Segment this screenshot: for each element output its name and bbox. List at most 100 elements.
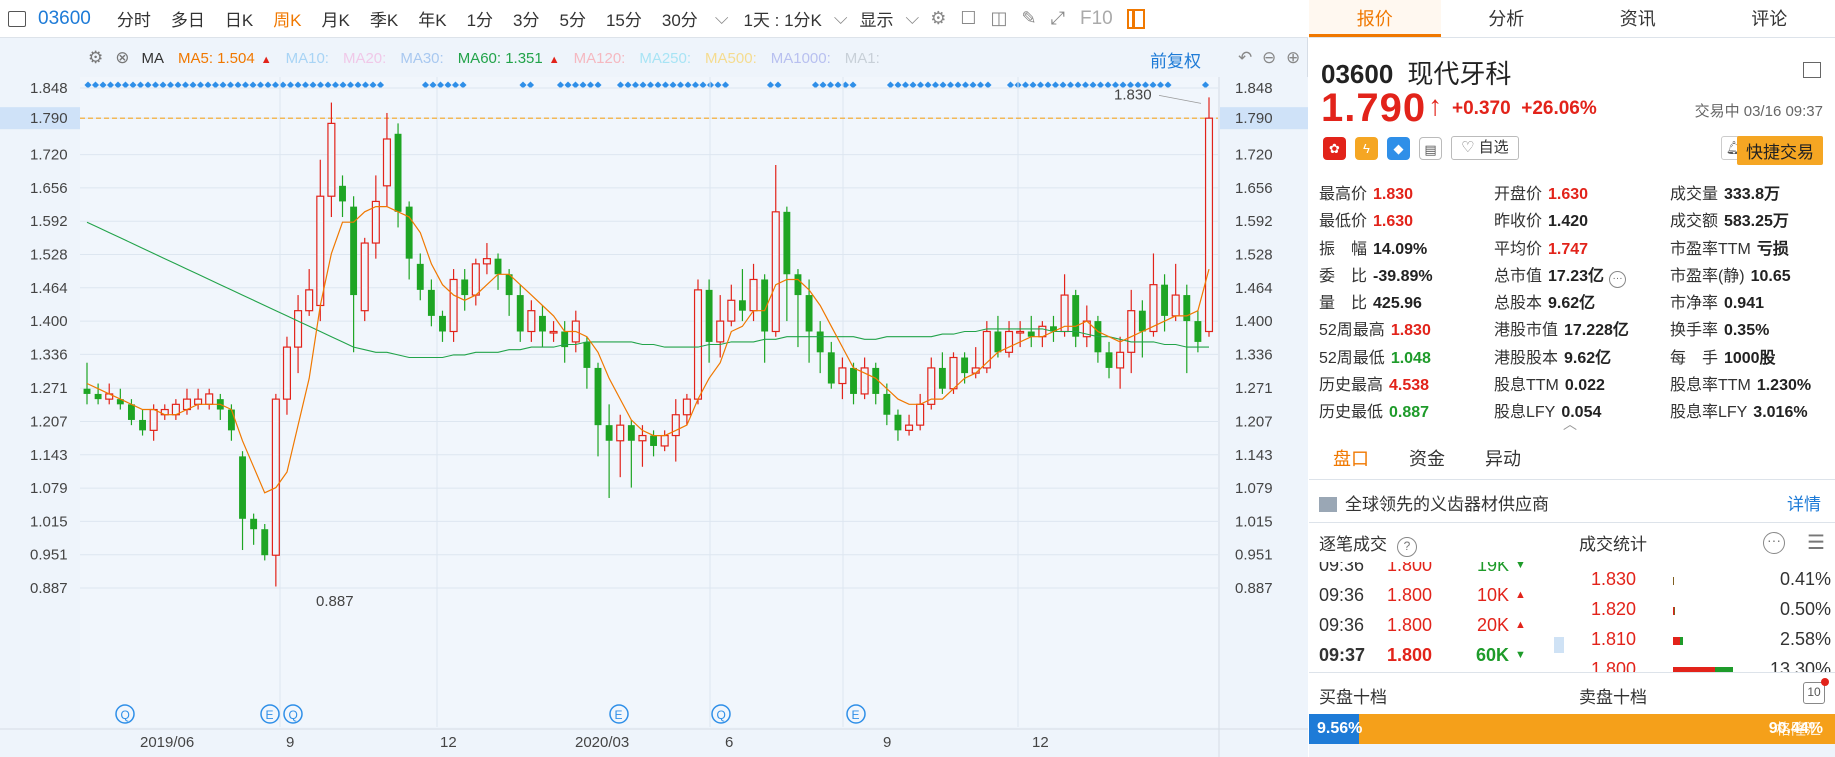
display-button[interactable]: 显示 [852,6,902,31]
ma-item-text: MA10: [285,49,329,67]
period-tab[interactable]: 年K [408,6,456,31]
quote-value: 1.230% [1756,377,1812,395]
panel-tab[interactable]: 异动 [1485,445,1537,471]
flash-icon[interactable]: ϟ [1355,136,1378,160]
note-icon[interactable]: ▤ [1419,136,1442,160]
depth-count-badge[interactable]: 10 [1803,682,1825,704]
y-tick-label-right: 0.887 [1235,580,1273,597]
candlestick-chart[interactable]: 1.848 1.848 1.790 1.790 1.720 1.720 1.656 1.656… [0,77,1308,757]
settings-gear-icon[interactable]: ⚙ [923,8,953,29]
ma-label[interactable]: MA [142,50,165,67]
sidebar-toggle-icon[interactable] [8,10,26,27]
quote-tab[interactable]: 评论 [1704,0,1835,37]
zoom-in-icon[interactable]: ⊕ [1286,48,1300,68]
deal-stats-list[interactable]: 1.830 0.41% 1.820 0.50% 1.810 2.58% 1.800 13.30… [1571,564,1831,672]
add-watchlist-button[interactable]: ♡ 自选 [1451,136,1519,160]
chevron-down-icon[interactable]: ⌵ [708,8,736,29]
interval-select[interactable]: 1天 : 1分K [735,6,829,31]
y-tick-label-left: 1.848 [30,80,68,97]
quote-label: 昨收价 [1493,213,1542,231]
y-tick-label-right: 1.720 [1235,147,1273,164]
tag-icon[interactable]: ◆ [1387,136,1410,160]
zoom-out-icon[interactable]: ⊖ [1262,48,1276,68]
ma-item[interactable]: MA60: 1.351 ▲ [458,50,560,67]
fullscreen-icon[interactable]: ⤢ [1044,8,1072,29]
screenshot-camera-icon[interactable]: ◫ [983,8,1014,29]
candle-body [227,409,235,431]
tick-direction-icon: ▲ [1515,619,1526,631]
ma-close-icon[interactable]: ⊗ [115,48,129,68]
undo-icon[interactable]: ↶ [1238,48,1252,68]
tick-row: 09:37 1.800 60K ▼ [1311,640,1531,670]
ma-item[interactable]: MA5: 1.504 ▲ [178,50,272,67]
f10-button[interactable]: F10 [1072,8,1121,30]
divider [1309,522,1835,523]
period-tab[interactable]: 分时 [107,6,161,31]
layout-icon[interactable] [1803,62,1821,78]
period-tab[interactable]: 15分 [596,6,652,31]
buy-sell-ratio-bar: 9.56% 90.44% [1309,714,1835,744]
period-tab[interactable]: 30分 [652,6,708,31]
draw-rect-icon[interactable]: ☐ [953,8,983,29]
ma-item[interactable]: MA120: [574,50,626,67]
candle-body [83,388,91,394]
candle-body [916,403,925,426]
quote-cell: 股息LFY 0.054 [1494,398,1670,425]
scroll-indicator[interactable] [1554,637,1564,653]
ma-item[interactable]: MA500: [705,50,757,67]
ma-item[interactable]: MA1: [845,50,880,67]
period-tab[interactable]: 周K [263,6,311,31]
order-book-header: 买盘十档 卖盘十档 [1309,672,1835,714]
ticks-header: 逐笔成交? [1319,530,1417,557]
candle-body [905,424,914,431]
period-tab[interactable]: 月K [312,6,360,31]
quote-tab[interactable]: 报价 [1309,0,1441,37]
quote-tab[interactable]: 分析 [1441,0,1573,37]
ma-item[interactable]: MA1000: [771,50,831,67]
y-tick-label-right: 1.848 [1235,80,1273,97]
deal-row: 1.820 0.50% [1571,594,1831,624]
quote-stats-grid: 最高价 1.830 开盘价 1.630 成交量 333.8万 最低价 1.630 昨收价 1.42… [1319,180,1829,426]
quote-value: 0.887 [1389,404,1430,422]
hk-flag-icon[interactable]: ✿ [1323,136,1346,160]
ma-item[interactable]: MA30: [400,50,443,67]
quote-label: 股息率LFY [1669,404,1748,422]
panel-layout-icon[interactable] [1126,8,1145,29]
tick-list[interactable]: 09:36 1.800 19K ▼ 09:36 1.800 10K ▲ 09:36 1.800 20… [1311,562,1531,672]
collapse-chevron-icon[interactable]: ︿ [1563,414,1577,434]
details-link[interactable]: 详情 [1787,490,1821,515]
ma-item[interactable]: MA20: [343,50,386,67]
panel-tab[interactable]: 资金 [1409,445,1461,471]
quote-cell: 开盘价 1.630 [1494,180,1670,207]
candle-body [705,289,713,342]
panel-tab[interactable]: 盘口 [1333,445,1385,471]
period-tab[interactable]: 多日 [161,6,215,31]
adjust-button[interactable]: 前复权 [1150,47,1201,72]
tick-time: 09:37 [1319,644,1366,665]
help-icon[interactable]: ? [1397,537,1417,557]
buy-ratio: 9.56% [1309,714,1362,744]
ma-item[interactable]: MA250: [639,50,691,67]
period-tab[interactable]: 1分 [457,6,503,31]
period-tab[interactable]: 3分 [503,6,549,31]
ma-settings-icon[interactable]: ⚙ [88,48,103,68]
period-tab[interactable]: 5分 [550,6,596,31]
quick-trade-button[interactable]: 快捷交易 [1737,136,1823,165]
more-info-icon[interactable]: ··· [1609,270,1627,288]
ma-item[interactable]: MA10: [286,50,329,67]
list-view-icon[interactable]: ☰ [1807,530,1825,555]
quote-cell: 市净率 0.941 [1670,289,1829,316]
app: 03600 分时 多日 日K 周K 月K 季K 年K 1分 3分 5分 15分 30分 ⌵ 1天 : … [0,0,1835,757]
candle-body [838,367,847,385]
more-options-icon[interactable]: ··· [1763,532,1785,554]
tick-price: 1.800 [1387,614,1433,635]
stock-code[interactable]: 03600 [38,8,91,30]
display-chevron-icon[interactable]: ⌵ [902,8,924,29]
quote-tab[interactable]: 资讯 [1572,0,1704,37]
pencil-icon[interactable]: ✎ [1015,8,1044,29]
deal-percent: 0.50% [1779,598,1831,619]
period-tab[interactable]: 日K [215,6,263,31]
period-tab[interactable]: 季K [360,6,408,31]
candle-body [638,434,647,442]
interval-chevron-icon[interactable]: ⌵ [830,8,852,29]
